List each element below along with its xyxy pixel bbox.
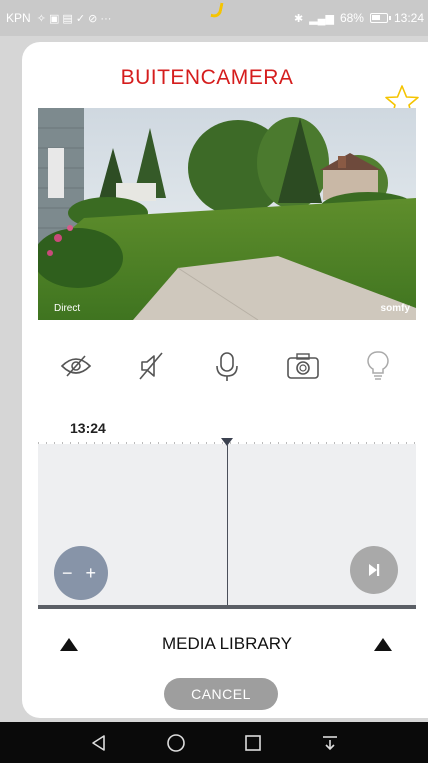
light-bulb-icon[interactable]: [358, 348, 398, 384]
signal-icon: ▂▄▆: [309, 12, 334, 25]
skip-next-icon: [369, 564, 380, 576]
timeline-progress-bar: [38, 605, 416, 609]
back-icon[interactable]: [85, 729, 113, 757]
battery-percent: 68%: [339, 11, 364, 25]
system-navigation-bar: [0, 722, 428, 763]
media-library-row: MEDIA LIBRARY: [38, 632, 416, 658]
microphone-icon[interactable]: [207, 348, 247, 384]
status-right: ✱ ▂▄▆ 68% 13:24: [294, 11, 424, 25]
skip-next-button[interactable]: [350, 546, 398, 594]
privacy-eye-off-icon[interactable]: [56, 348, 96, 384]
cancel-button[interactable]: CANCEL: [164, 678, 278, 710]
sound-off-icon[interactable]: [131, 348, 171, 384]
camera-card: BUITENCAMERA Direct somfy 13:24 − + MEDI…: [22, 42, 428, 718]
video-scene: [38, 108, 416, 320]
recent-apps-icon[interactable]: [239, 729, 267, 757]
media-library-button[interactable]: MEDIA LIBRARY: [38, 634, 416, 654]
camera-controls: [38, 348, 416, 384]
zoom-button[interactable]: − +: [54, 546, 108, 600]
camera-title: BUITENCAMERA: [120, 66, 294, 89]
camera-snapshot-icon[interactable]: [283, 348, 323, 384]
status-left: KPN ✧ ▣ ▤ ✓ ⊘ ···: [6, 11, 111, 25]
brand-watermark: somfy: [380, 303, 410, 314]
battery-icon: [369, 13, 391, 23]
timeline-time: 13:24: [70, 420, 106, 436]
live-video-feed[interactable]: Direct somfy: [38, 108, 416, 320]
notification-icons: ✧ ▣ ▤ ✓ ⊘ ···: [36, 12, 112, 25]
timeline-cursor-line: [227, 444, 228, 606]
bluetooth-icon: ✱: [294, 12, 304, 25]
home-icon[interactable]: [162, 729, 190, 757]
expand-up-right-icon[interactable]: [374, 638, 392, 651]
carrier-name: KPN: [6, 11, 31, 25]
notification-pull-icon[interactable]: [316, 729, 344, 757]
clock: 13:24: [393, 11, 424, 25]
zoom-label: − +: [61, 562, 101, 583]
timeline-panel[interactable]: − +: [38, 438, 416, 606]
stream-mode-label: Direct: [54, 303, 81, 314]
